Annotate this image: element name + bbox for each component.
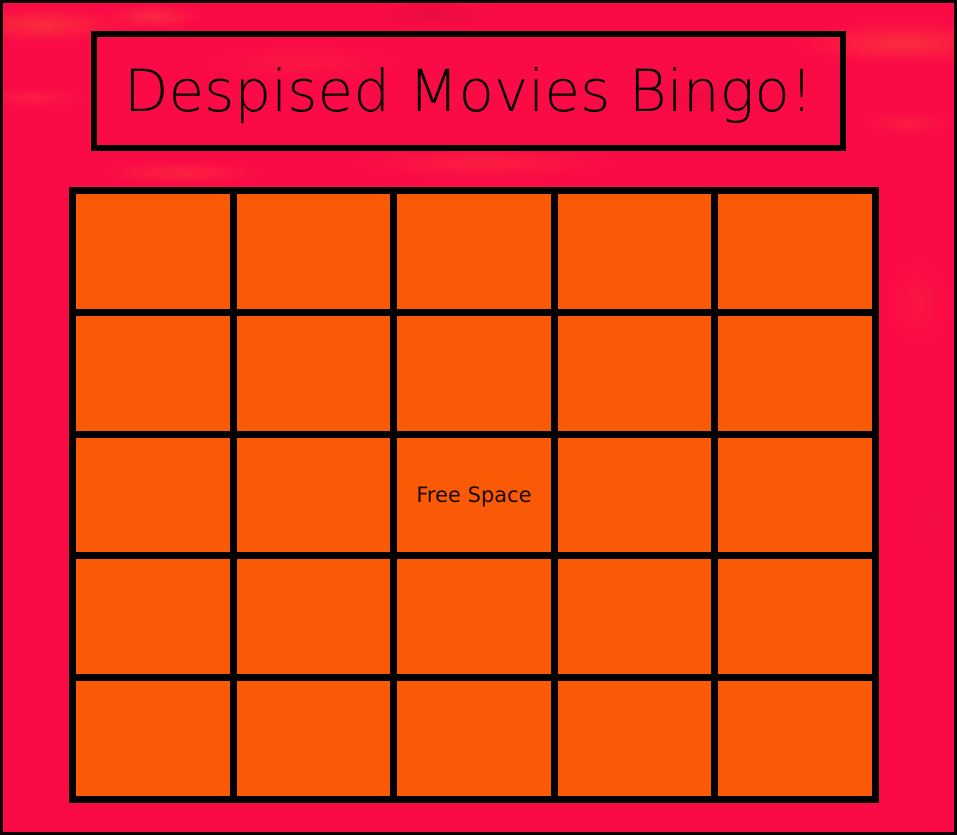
bingo-cell-r5c2[interactable] (236, 681, 391, 796)
free-space-label: Free Space (416, 482, 532, 507)
bingo-cell-r1c3[interactable] (397, 194, 551, 309)
bingo-cell-r3c4[interactable] (557, 437, 712, 553)
bingo-cell-r2c3[interactable] (397, 315, 551, 431)
bingo-cell-r2c4[interactable] (557, 315, 712, 431)
bingo-cell-r5c3[interactable] (397, 681, 551, 796)
bingo-cell-r2c2[interactable] (236, 315, 391, 431)
bingo-cell-free-space[interactable]: Free Space (397, 437, 551, 553)
bingo-grid: Free Space (69, 187, 879, 803)
bingo-cell-r3c5[interactable] (718, 437, 872, 553)
bingo-cell-r5c1[interactable] (76, 681, 230, 796)
bingo-cell-r5c5[interactable] (718, 681, 872, 796)
bingo-cell-r1c2[interactable] (236, 194, 391, 309)
title-banner: Despised Movies Bingo! (91, 31, 846, 151)
bingo-cell-r3c2[interactable] (236, 437, 391, 553)
bingo-cell-r2c5[interactable] (718, 315, 872, 431)
bingo-cell-r4c3[interactable] (397, 559, 551, 675)
bingo-cell-r1c4[interactable] (557, 194, 712, 309)
bingo-cell-r5c4[interactable] (557, 681, 712, 796)
bingo-cell-r4c2[interactable] (236, 559, 391, 675)
bingo-cell-r4c5[interactable] (718, 559, 872, 675)
bingo-card-canvas: Despised Movies Bingo! Free Space (0, 0, 957, 835)
bingo-cell-r3c1[interactable] (76, 437, 230, 553)
bingo-cell-r4c1[interactable] (76, 559, 230, 675)
page-title: Despised Movies Bingo! (123, 57, 814, 125)
bingo-cell-r1c5[interactable] (718, 194, 872, 309)
bingo-cell-r2c1[interactable] (76, 315, 230, 431)
bingo-cell-r1c1[interactable] (76, 194, 230, 309)
bingo-cell-r4c4[interactable] (557, 559, 712, 675)
